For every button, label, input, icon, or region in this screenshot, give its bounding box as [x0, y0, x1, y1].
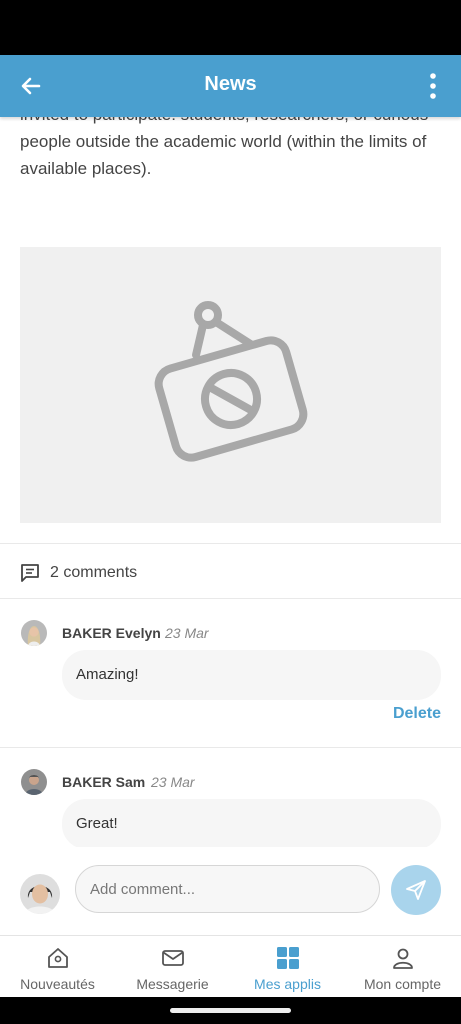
comment-author: BAKER Sam [62, 774, 146, 790]
current-user-avatar [20, 874, 60, 914]
tab-mon-compte[interactable]: Mon compte [345, 936, 460, 998]
comment-composer [0, 847, 461, 935]
broken-image-icon [154, 301, 308, 462]
article-body: invited to participate: students, resear… [20, 117, 428, 178]
send-icon [406, 880, 426, 900]
comment-icon [21, 564, 39, 582]
account-icon [392, 948, 413, 969]
comment-bubble: Amazing! [62, 650, 441, 700]
comment-date: 23 Mar [165, 625, 209, 641]
divider [0, 598, 461, 599]
send-button[interactable] [391, 865, 441, 915]
add-comment-input[interactable] [75, 865, 380, 913]
tab-label: Mon compte [363, 976, 442, 992]
image-placeholder [20, 247, 441, 523]
tab-mes-applis[interactable]: Mes applis [230, 936, 345, 998]
comments-count: 2 comments [20, 561, 137, 585]
comments-count-label: 2 comments [50, 564, 138, 581]
status-bar [0, 0, 461, 55]
apps-grid-icon [276, 947, 299, 969]
home-icon [47, 948, 68, 968]
home-handle[interactable] [170, 1008, 291, 1013]
tab-messagerie[interactable]: Messagerie [115, 936, 230, 998]
comment-bubble: Great! [62, 799, 441, 847]
bottom-tab-bar: Nouveautés Messagerie Mes applis Mon com… [0, 935, 461, 998]
tab-label: Messagerie [136, 976, 209, 992]
divider [0, 543, 461, 544]
page-title: News [204, 73, 257, 95]
comment-date: 23 Mar [151, 774, 195, 790]
avatar [21, 769, 47, 795]
tab-label: Nouveautés [20, 976, 95, 992]
comment-text: Amazing! [76, 666, 139, 683]
avatar [21, 620, 47, 646]
mail-icon [161, 950, 184, 966]
more-options-icon[interactable] [427, 71, 439, 101]
news-content[interactable]: invited to participate: students, resear… [0, 117, 461, 847]
tab-nouveautes[interactable]: Nouveautés [0, 936, 115, 998]
app-bar: News [0, 55, 461, 117]
tab-label: Mes applis [254, 976, 321, 992]
system-navigation-bar [0, 997, 461, 1024]
comment-author: BAKER Evelyn [62, 625, 161, 641]
divider [0, 747, 461, 748]
comment-text: Great! [76, 815, 118, 832]
delete-comment-button[interactable]: Delete [393, 705, 441, 723]
